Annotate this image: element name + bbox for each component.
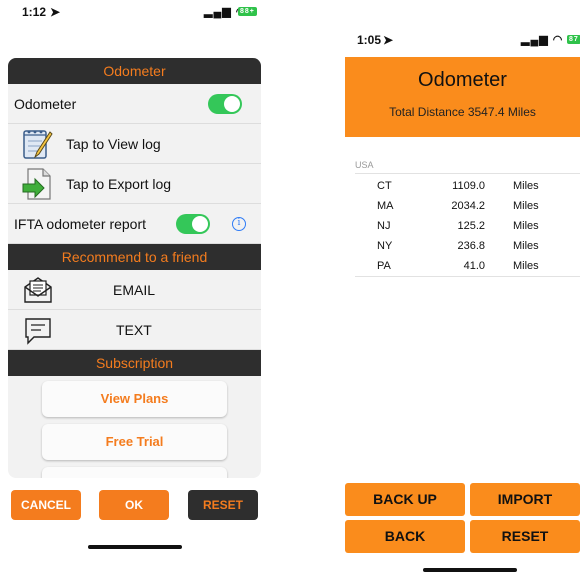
odometer-toggle-label: Odometer <box>14 95 77 112</box>
divider <box>355 173 580 174</box>
ifta-label: IFTA odometer report <box>14 215 147 232</box>
notepad-pencil-icon <box>20 126 56 165</box>
miles-cell: 2034.2 <box>451 200 485 212</box>
subscription-section-header: Subscription <box>8 350 261 376</box>
divider <box>355 276 580 277</box>
odometer-settings-screen: 1:12 ➤ ▂▄▆ ◠ 88+ Odometer Odometer Tap t… <box>0 0 270 574</box>
unit-cell: Miles <box>513 220 539 232</box>
export-document-icon <box>20 166 56 205</box>
settings-sheet: Odometer Odometer Tap to View log Tap to… <box>8 58 261 478</box>
odometer-header: Odometer Total Distance 3547.4 Miles <box>345 57 580 137</box>
unit-cell: Miles <box>513 200 539 212</box>
status-bar: 1:05 ➤ ▂▄▆ ◠ 87 <box>345 0 580 47</box>
email-row[interactable]: EMAIL <box>8 270 261 310</box>
miles-cell: 1109.0 <box>452 180 485 192</box>
odometer-toggle-row: Odometer <box>8 84 261 124</box>
status-time: 1:12 <box>22 5 47 19</box>
page-title: Odometer <box>418 69 507 91</box>
state-cell: PA <box>377 260 391 272</box>
export-log-row[interactable]: Tap to Export log <box>8 164 261 204</box>
state-cell: MA <box>377 200 394 212</box>
state-cell: CT <box>377 180 392 192</box>
state-cell: NY <box>377 240 393 252</box>
location-arrow-icon: ➤ <box>50 5 61 19</box>
text-label: TEXT <box>116 321 152 338</box>
subscription-buttons: View Plans Free Trial <box>8 376 261 478</box>
backup-button[interactable]: BACK UP <box>345 483 465 516</box>
battery-icon: 87 <box>567 34 580 44</box>
free-trial-button[interactable]: Free Trial <box>42 424 227 460</box>
cancel-button[interactable]: CANCEL <box>11 490 81 520</box>
miles-cell: 125.2 <box>457 220 485 232</box>
table-row: MA 2034.2 Miles <box>355 197 580 217</box>
recommend-section-header: Recommend to a friend <box>8 244 261 270</box>
miles-cell: 41.0 <box>463 260 485 272</box>
status-time: 1:05 <box>357 33 382 47</box>
unit-cell: Miles <box>513 180 539 192</box>
chat-bubble-icon <box>22 315 54 350</box>
location-arrow-icon: ➤ <box>383 33 394 47</box>
home-indicator <box>423 568 517 572</box>
total-distance: Total Distance 3547.4 Miles <box>389 105 536 119</box>
table-row: CT 1109.0 Miles <box>355 177 580 197</box>
reset-button[interactable]: RESET <box>188 490 258 520</box>
table-row: NJ 125.2 Miles <box>355 217 580 237</box>
info-icon[interactable]: i <box>232 217 246 231</box>
ok-button[interactable]: OK <box>99 490 169 520</box>
table-row: PA 41.0 Miles <box>355 257 580 277</box>
table-row: NY 236.8 Miles <box>355 237 580 257</box>
signal-wifi-icon: ▂▄▆ ◠ <box>521 34 564 46</box>
ifta-toggle-row: IFTA odometer report i <box>8 204 261 244</box>
export-log-label: Tap to Export log <box>66 175 172 192</box>
import-button[interactable]: IMPORT <box>470 483 580 516</box>
view-log-label: Tap to View log <box>66 135 161 152</box>
state-cell: NJ <box>377 220 391 232</box>
odometer-toggle[interactable] <box>208 94 242 114</box>
reset-button[interactable]: RESET <box>470 520 580 553</box>
ifta-toggle[interactable] <box>176 214 210 234</box>
home-indicator <box>88 545 182 549</box>
email-label: EMAIL <box>113 281 156 298</box>
view-plans-button[interactable]: View Plans <box>42 381 227 417</box>
text-row[interactable]: TEXT <box>8 310 261 350</box>
section-label: USA <box>355 160 374 170</box>
view-log-row[interactable]: Tap to View log <box>8 124 261 164</box>
status-bar: 1:12 ➤ ▂▄▆ ◠ 88+ <box>0 0 270 22</box>
unit-cell: Miles <box>513 260 539 272</box>
back-button[interactable]: BACK <box>345 520 465 553</box>
unit-cell: Miles <box>513 240 539 252</box>
more-button[interactable] <box>42 467 227 478</box>
envelope-letter-icon <box>22 275 54 308</box>
battery-icon: 88+ <box>238 6 257 16</box>
odometer-section-header: Odometer <box>8 58 261 84</box>
odometer-summary-screen: 1:05 ➤ ▂▄▆ ◠ 87 Odometer Total Distance … <box>345 0 580 574</box>
miles-cell: 236.8 <box>457 240 485 252</box>
